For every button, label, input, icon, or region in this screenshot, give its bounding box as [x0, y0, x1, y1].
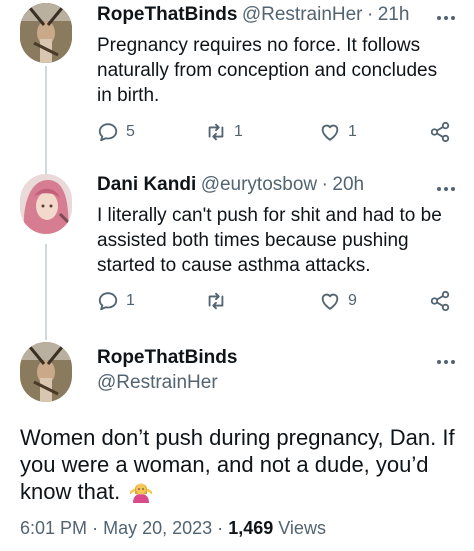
- reply-icon: [98, 123, 118, 142]
- reply-icon: [98, 292, 118, 311]
- timestamp[interactable]: 20h: [332, 174, 364, 195]
- more-horizontal-icon[interactable]: [436, 354, 456, 365]
- reply-count: 5: [126, 123, 135, 140]
- author-name[interactable]: RopeThatBinds: [97, 4, 237, 25]
- tweet-text: Women don’t push during pregnancy, Dan. …: [20, 425, 455, 504]
- tweet-header: RopeThatBinds @RestrainHer · 21h: [97, 4, 409, 26]
- thread-line-top: [45, 66, 47, 178]
- author-handle[interactable]: @eurytosbow: [201, 174, 317, 195]
- share-button[interactable]: [429, 290, 451, 312]
- share-icon: [430, 121, 450, 143]
- thread-line-middle: [45, 244, 47, 340]
- share-icon: [430, 290, 450, 312]
- like-button[interactable]: 9: [319, 290, 357, 312]
- separator: ·: [366, 4, 374, 25]
- share-button[interactable]: [429, 121, 451, 143]
- retweet-button[interactable]: 1: [205, 121, 243, 143]
- retweet-icon: [208, 123, 224, 141]
- tweet-header: Dani Kandi @eurytosbow · 20h: [97, 174, 364, 196]
- tweet-text: I literally can't push for shit and had …: [97, 205, 442, 276]
- separator: ·: [321, 174, 328, 195]
- like-button[interactable]: 1: [319, 121, 357, 143]
- tweet-footer: 6:01 PM · May 20, 2023 · 1,469 Views: [20, 518, 326, 539]
- reply-button[interactable]: 1: [97, 290, 135, 312]
- avatar[interactable]: [20, 342, 72, 402]
- retweet-count: 1: [234, 123, 243, 140]
- separator: ·: [217, 518, 224, 538]
- tweet-actions: 5 1 1: [97, 121, 457, 145]
- tweet-time[interactable]: 6:01 PM: [20, 518, 87, 538]
- like-icon: [321, 293, 339, 310]
- avatar[interactable]: [20, 174, 72, 234]
- author-name[interactable]: Dani Kandi: [97, 174, 196, 195]
- author-handle[interactable]: @RestrainHer: [97, 372, 218, 394]
- tweet-actions: 1 9: [97, 290, 457, 314]
- like-count: 9: [348, 292, 357, 309]
- reply-button[interactable]: 5: [97, 121, 135, 143]
- retweet-button[interactable]: [205, 290, 227, 312]
- author-name[interactable]: RopeThatBinds: [97, 347, 237, 369]
- main-tweet-body: Women don’t push during pregnancy, Dan. …: [20, 424, 460, 505]
- views-count[interactable]: 1,469: [228, 518, 273, 538]
- views-label: Views: [278, 518, 326, 538]
- woman-shrugging-emoji: [129, 479, 154, 503]
- more-horizontal-icon[interactable]: [436, 181, 456, 192]
- separator: ·: [92, 518, 99, 538]
- like-icon: [321, 124, 339, 141]
- reply-count: 1: [126, 292, 135, 309]
- retweet-icon: [208, 292, 224, 310]
- tweet-date[interactable]: May 20, 2023: [103, 518, 212, 538]
- more-horizontal-icon[interactable]: [436, 10, 456, 21]
- tweet-text: Pregnancy requires no force. It follows …: [97, 35, 438, 106]
- timestamp[interactable]: 21h: [378, 4, 410, 25]
- author-handle[interactable]: @RestrainHer: [242, 4, 363, 25]
- like-count: 1: [348, 123, 357, 140]
- avatar[interactable]: [20, 3, 72, 63]
